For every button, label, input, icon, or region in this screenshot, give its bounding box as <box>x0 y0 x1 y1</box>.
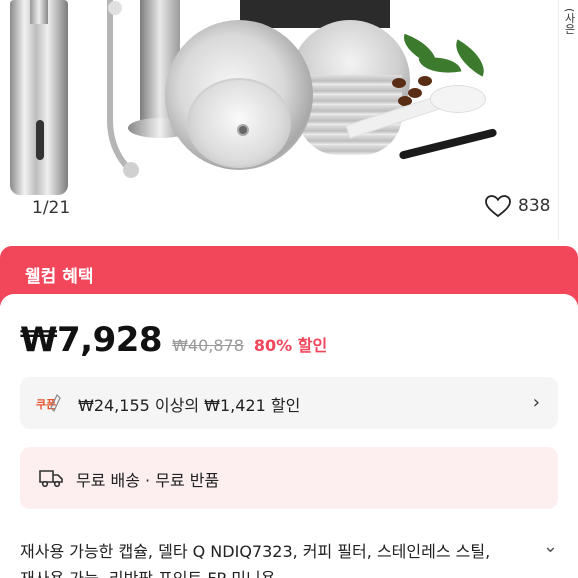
coupon-icon: 쿠폰 <box>36 393 61 413</box>
coffee-bean-image <box>392 78 406 88</box>
chevron-down-icon[interactable]: ⌄ <box>543 536 558 557</box>
welcome-title: 웰컴 혜택 <box>25 267 94 287</box>
product-title-line2: 재사용 가능, 리반팡 포인트 FP 미니용 <box>20 565 525 578</box>
truck-icon <box>39 470 63 488</box>
heart-icon <box>485 195 511 218</box>
coffee-bean-image <box>408 88 422 98</box>
scoop-image <box>430 85 486 113</box>
image-counter: 1/21 <box>32 198 71 218</box>
chevron-right-icon: › <box>532 392 540 413</box>
coffee-bean-image <box>418 76 432 86</box>
grinder-top-image <box>30 0 48 24</box>
side-text: (사은 <box>563 8 576 35</box>
coffee-grinder-image <box>10 0 68 195</box>
product-image-carousel[interactable]: (사은 1/21 838 <box>0 0 578 240</box>
product-title-line1: 재사용 가능한 캡슐, 델타 Q NDIQ7323, 커피 필터, 스테인레스 … <box>20 542 491 561</box>
discount-badge: 80% 할인 <box>253 336 328 355</box>
like-count: 838 <box>518 196 551 216</box>
product-title[interactable]: 재사용 가능한 캡슐, 델타 Q NDIQ7323, 커피 필터, 스테인레스 … <box>20 538 525 578</box>
grinder-handle-image <box>107 0 139 178</box>
capsule-image <box>165 20 313 170</box>
next-image-peek: (사은 <box>558 0 578 240</box>
coupon-text: ₩24,155 이상의 ₩1,421 할인 <box>78 396 301 415</box>
original-price: ₩40,878 <box>172 336 244 355</box>
brush-image <box>398 128 498 160</box>
price-row: ₩7,928 ₩40,878 80% 할인 <box>20 320 327 360</box>
shipping-info: 무료 배송 · 무료 반품 <box>20 447 558 509</box>
current-price: ₩7,928 <box>20 320 163 360</box>
shipping-text: 무료 배송 · 무료 반품 <box>76 471 220 490</box>
coupon-row[interactable]: 쿠폰 ₩24,155 이상의 ₩1,421 할인 › <box>20 377 558 429</box>
like-button[interactable]: 838 <box>484 194 550 218</box>
